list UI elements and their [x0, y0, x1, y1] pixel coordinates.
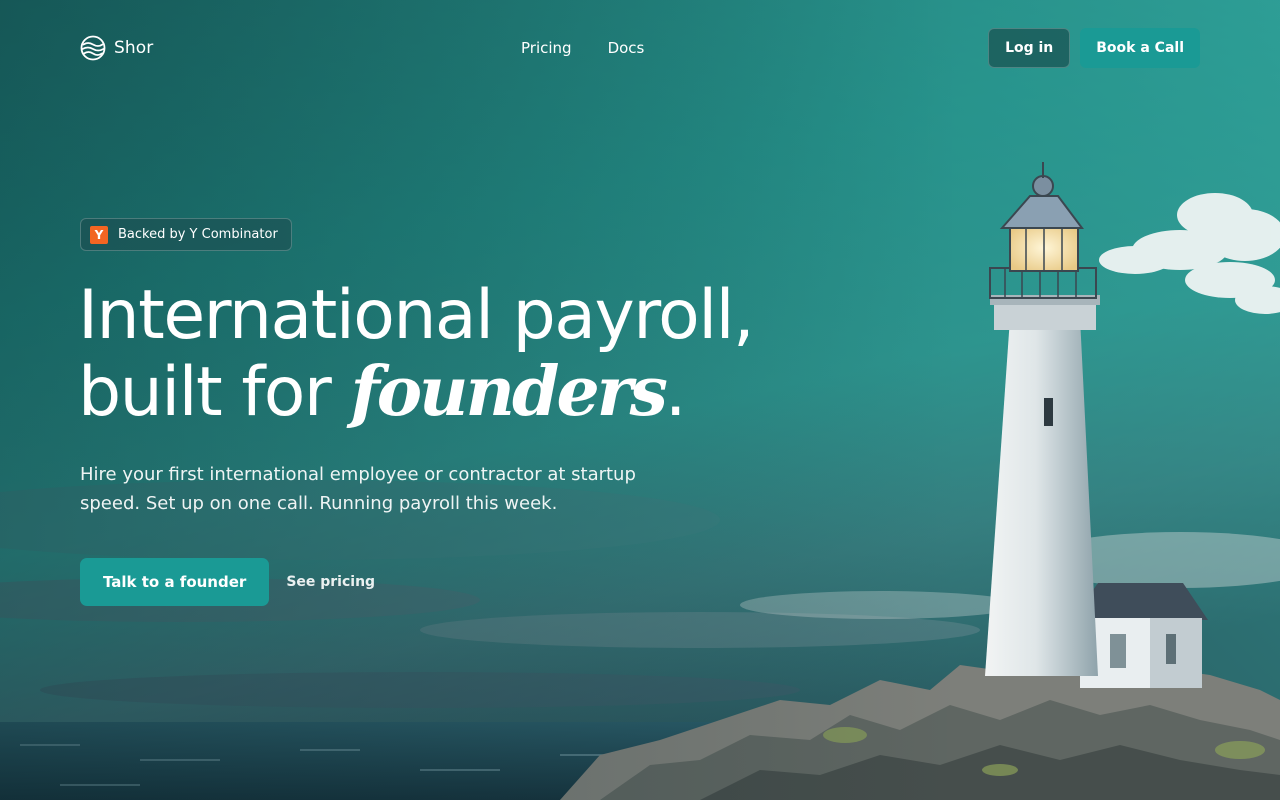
- hero-headline: International payroll, built for founder…: [78, 278, 838, 431]
- headline-period: .: [664, 353, 687, 432]
- y-combinator-logo-icon: Y: [90, 225, 108, 244]
- hero-cta-row: Talk to a founder See pricing: [80, 558, 375, 606]
- headline-line-2-prefix: built for: [78, 353, 351, 432]
- headline-line-2: built for founders.: [78, 354, 838, 431]
- headline-accent-word: founders: [350, 352, 667, 432]
- see-pricing-link[interactable]: See pricing: [286, 574, 375, 590]
- login-button[interactable]: Log in: [988, 28, 1071, 68]
- brand-home-link[interactable]: Shor: [80, 35, 153, 61]
- top-navigation: Shor Pricing Docs Log in Book a Call: [80, 28, 1200, 68]
- book-call-button[interactable]: Book a Call: [1080, 28, 1200, 68]
- hero-subtext: Hire your first international employee o…: [80, 464, 636, 514]
- nav-actions: Log in Book a Call: [988, 28, 1200, 68]
- nav-link-pricing[interactable]: Pricing: [521, 39, 572, 57]
- brand-name: Shor: [114, 38, 154, 58]
- badge-text: Backed by Y Combinator: [118, 227, 278, 242]
- nav-links: Pricing Docs: [521, 28, 644, 68]
- wave-globe-icon: [80, 35, 106, 61]
- headline-line-1: International payroll,: [78, 276, 755, 355]
- yc-backed-badge: Y Backed by Y Combinator: [80, 218, 292, 251]
- talk-to-founder-button[interactable]: Talk to a founder: [80, 558, 270, 606]
- nav-link-docs[interactable]: Docs: [608, 39, 645, 57]
